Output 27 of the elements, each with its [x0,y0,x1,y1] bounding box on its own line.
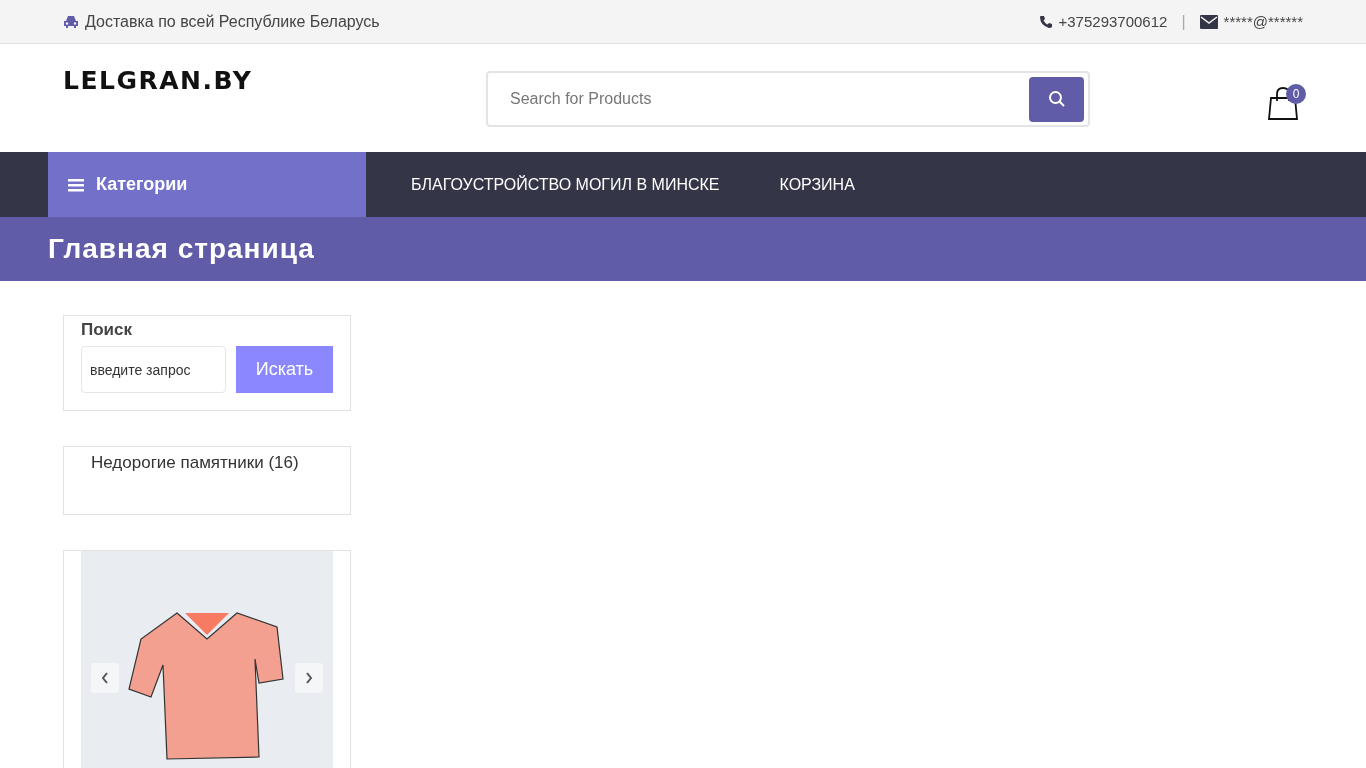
nav-link[interactable]: КОРЗИНА [779,175,855,194]
phone-icon [1038,14,1053,29]
widget-title: Поиск [81,320,134,340]
search-field[interactable]: Search for Products [486,71,1090,127]
cart-count-badge: 0 [1286,84,1306,104]
previous-button[interactable] [91,663,119,693]
search-icon [1047,90,1066,108]
search-button[interactable] [1029,76,1084,122]
envelope-icon [1199,14,1218,29]
categories-menu-button[interactable]: Категории [48,152,366,217]
email-address: *****@****** [1223,13,1303,30]
chevron-right-icon [305,672,313,684]
site-logo[interactable]: LELGRAN.BY [63,66,486,95]
chevron-left-icon [101,672,109,684]
search-input[interactable]: Search for Products [508,89,1029,109]
shopping-bag-icon[interactable] [1267,86,1299,120]
categories-label: Категории [96,174,188,195]
nav-link[interactable]: БЛАГОУСТРОЙСТВО МОГИЛ В МИНСКЕ [411,175,720,194]
separator: | [1181,12,1186,31]
search-input-field[interactable]: введите запрос [81,346,226,393]
delivery-text: Доставка по всей Республике Беларусь [85,12,380,31]
car-icon [63,14,79,29]
menu-icon [68,177,84,192]
next-button[interactable] [295,663,323,693]
category-link[interactable]: Недорогие памятники (16) [91,453,299,472]
phone-number: +375293700612 [1058,13,1168,30]
page-title: Главная страница [48,233,315,265]
